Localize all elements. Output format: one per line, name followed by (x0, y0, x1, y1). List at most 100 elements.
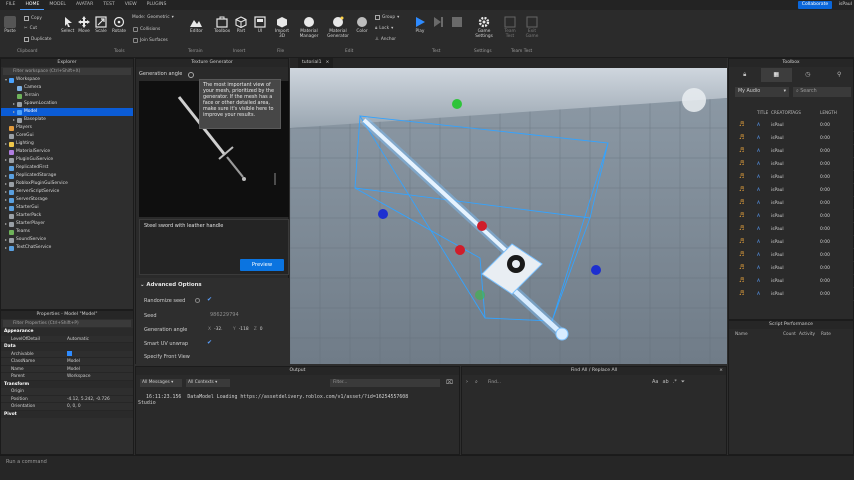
move-handle-blue[interactable] (378, 209, 388, 219)
audio-row[interactable]: ♬ AisPaul 0:00 (729, 145, 854, 158)
collisions-checkbox[interactable] (133, 27, 138, 32)
property-category[interactable]: Appearance (1, 328, 133, 336)
mode-select[interactable]: Mode: Geometric ▾ (132, 15, 174, 20)
explorer-item-baseplate[interactable]: ▸ Baseplate (1, 116, 133, 124)
explorer-item-spawnlocation[interactable]: ▸ SpawnLocation (1, 100, 133, 108)
join-surfaces-toggle[interactable]: Join Surfaces (133, 38, 168, 43)
toolbox-button[interactable]: Toolbox (214, 16, 230, 34)
user-menu[interactable]: isPaul (839, 1, 852, 9)
explorer-item-terrain[interactable]: Terrain (1, 92, 133, 100)
output-filter-input[interactable]: Filter... (330, 379, 440, 387)
explorer-item-lighting[interactable]: ▸ Lighting (1, 140, 133, 148)
audio-row[interactable]: ♬ AisPaul 0:00 (729, 275, 854, 288)
property-row[interactable]: Origin (1, 388, 133, 396)
move-tool-button[interactable]: Move (78, 16, 90, 34)
inventory-tab-icon[interactable]: ▦ (760, 68, 792, 82)
property-value[interactable]: Model (63, 358, 80, 365)
property-category[interactable]: Pivot (1, 410, 133, 418)
property-value[interactable]: Workspace (63, 373, 91, 380)
3d-viewport[interactable] (290, 68, 727, 364)
explorer-item-textchatservice[interactable]: ▸ TextChatService (1, 244, 133, 252)
category-select[interactable]: My Audio ▾ (735, 87, 789, 97)
move-handle-red-back[interactable] (455, 245, 465, 255)
explorer-item-pluginguiservice[interactable]: ▸ PluginGuiService (1, 156, 133, 164)
audio-row[interactable]: ♬ AisPaul 0:00 (729, 158, 854, 171)
properties-filter-input[interactable]: Filter Properties (Ctrl+Shift+P) (3, 320, 131, 327)
property-value[interactable]: Model (63, 366, 80, 373)
exit-game-button[interactable]: Exit Game (524, 16, 540, 39)
group-button[interactable]: Group ▾ (375, 15, 399, 20)
move-handle-green-back[interactable] (475, 290, 485, 300)
marketplace-tab-icon[interactable]: 🔒︎ (729, 68, 761, 82)
cut-button[interactable]: ✂ Cut (24, 26, 37, 31)
match-case-icon[interactable]: Aa (652, 379, 658, 385)
select-tool-button[interactable]: Select (61, 16, 74, 34)
explorer-item-soundservice[interactable]: ▸ SoundService (1, 236, 133, 244)
stop-button[interactable] (451, 16, 463, 28)
property-row[interactable]: Parent Workspace (1, 373, 133, 381)
audio-creator[interactable]: isPaul (771, 292, 820, 297)
rotate-tool-button[interactable]: Rotate (112, 16, 126, 34)
filter-icon[interactable]: ⏷ (681, 379, 685, 385)
messages-filter-select[interactable]: All Messages ▾ (140, 379, 182, 387)
collaborate-button[interactable]: Collaborate (798, 1, 832, 9)
scale-tool-button[interactable]: Scale (95, 16, 107, 34)
close-icon[interactable]: × (719, 367, 723, 375)
audio-creator[interactable]: isPaul (771, 266, 820, 271)
move-handle-blue-back[interactable] (591, 265, 601, 275)
randomize-seed-checkbox[interactable]: ✔ (207, 296, 212, 303)
view-cube[interactable] (682, 88, 706, 112)
audio-row[interactable]: ♬ AisPaul 0:00 (729, 171, 854, 184)
audio-row[interactable]: ♬ AisPaul 0:00 (729, 119, 854, 132)
angle-z-input[interactable]: 0 (260, 327, 274, 332)
ui-button[interactable]: UI (254, 16, 266, 34)
audio-row[interactable]: ♬ AisPaul 0:00 (729, 223, 854, 236)
info-icon[interactable] (195, 298, 200, 303)
audio-row[interactable]: ♬ AisPaul 0:00 (729, 132, 854, 145)
terrain-editor-button[interactable]: Editor (190, 16, 203, 34)
menu-model[interactable]: MODEL (44, 0, 71, 10)
menu-plugins[interactable]: PLUGINS (142, 0, 172, 10)
explorer-item-coregui[interactable]: CoreGui (1, 132, 133, 140)
move-handle-green[interactable] (452, 99, 462, 109)
property-row[interactable]: Position -4.12, 5.242, -0.726 (1, 396, 133, 403)
regex-icon[interactable]: .* (673, 379, 677, 385)
play-button[interactable]: Play (414, 16, 426, 34)
audio-row[interactable]: ♬ AisPaul 0:00 (729, 288, 854, 301)
whole-word-icon[interactable]: ab (662, 379, 668, 385)
explorer-item-serverstorage[interactable]: ▸ ServerStorage (1, 196, 133, 204)
audio-creator[interactable]: isPaul (771, 136, 820, 141)
audio-creator[interactable]: isPaul (771, 188, 820, 193)
material-manager-button[interactable]: Material Manager (298, 16, 320, 39)
close-icon[interactable]: × (326, 58, 330, 68)
collisions-toggle[interactable]: Collisions (133, 27, 160, 32)
audio-row[interactable]: ♬ AisPaul 0:00 (729, 236, 854, 249)
menu-avatar[interactable]: AVATAR (71, 0, 98, 10)
toolbox-search-input[interactable]: ⌕ Search (793, 87, 851, 97)
audio-creator[interactable]: isPaul (771, 279, 820, 284)
explorer-item-starterpack[interactable]: StarterPack (1, 212, 133, 220)
duplicate-button[interactable]: Duplicate (24, 37, 51, 42)
property-value[interactable]: -4.12, 5.242, -0.726 (63, 396, 110, 403)
audio-row[interactable]: ♬ AisPaul 0:00 (729, 197, 854, 210)
explorer-item-serverscriptservice[interactable]: ▸ ServerScriptService (1, 188, 133, 196)
recent-tab-icon[interactable]: ◷ (792, 68, 824, 82)
explorer-item-robloxpluginguiservice[interactable]: ▸ RobloxPluginGuiService (1, 180, 133, 188)
menu-view[interactable]: VIEW (120, 0, 142, 10)
explorer-item-players[interactable]: Players (1, 124, 133, 132)
paste-button[interactable]: Paste (4, 16, 16, 34)
resume-button[interactable] (432, 16, 444, 28)
lock-button[interactable]: 🔒︎ Lock ▾ (375, 26, 393, 31)
contexts-filter-select[interactable]: All Contexts ▾ (186, 379, 230, 387)
property-value[interactable]: 0, 0, 0 (63, 403, 81, 410)
audio-creator[interactable]: isPaul (771, 123, 820, 128)
audio-creator[interactable]: isPaul (771, 227, 820, 232)
audio-row[interactable]: ♬ AisPaul 0:00 (729, 184, 854, 197)
audio-creator[interactable]: isPaul (771, 214, 820, 219)
menu-file[interactable]: FILE (0, 0, 20, 10)
property-value[interactable] (63, 388, 67, 395)
color-button[interactable]: Color (356, 16, 368, 34)
preview-button[interactable]: Preview (240, 259, 284, 271)
audio-row[interactable]: ♬ AisPaul 0:00 (729, 210, 854, 223)
explorer-item-materialservice[interactable]: MaterialService (1, 148, 133, 156)
